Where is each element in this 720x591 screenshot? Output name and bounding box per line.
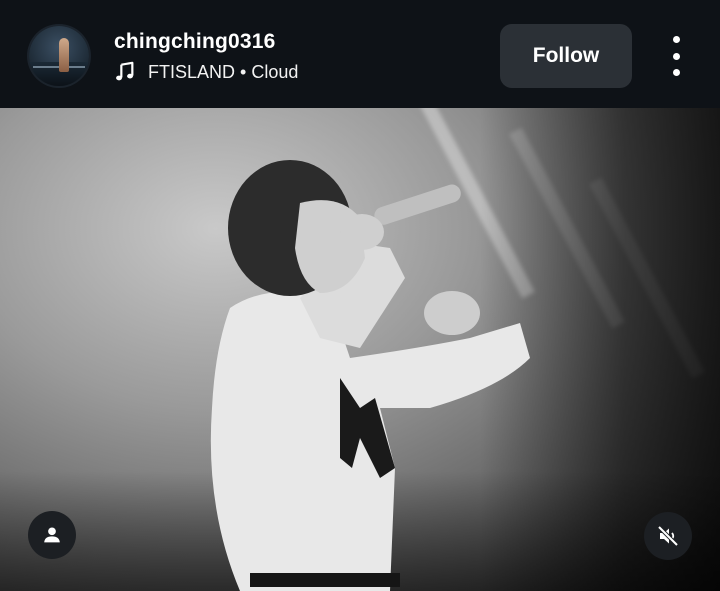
tagged-users-button[interactable] (28, 511, 76, 559)
more-options-button[interactable] (660, 36, 692, 76)
music-note-icon (116, 61, 134, 81)
more-vertical-icon-dot (672, 69, 680, 76)
post-photo[interactable] (0, 108, 720, 591)
more-vertical-icon-dot (672, 52, 680, 60)
more-vertical-icon (672, 36, 680, 43)
song-label[interactable]: FTISLAND • Cloud (148, 62, 298, 83)
avatar-figure (59, 38, 69, 72)
post-header: chingching0316 FTISLAND • Cloud Follow (0, 0, 720, 108)
follow-button[interactable]: Follow (500, 24, 632, 88)
person-icon (44, 527, 60, 543)
username[interactable]: chingching0316 (114, 30, 276, 54)
singer-figure (210, 160, 531, 591)
volume-muted-icon (657, 525, 679, 547)
mute-button[interactable] (644, 512, 692, 560)
avatar[interactable] (29, 26, 89, 86)
